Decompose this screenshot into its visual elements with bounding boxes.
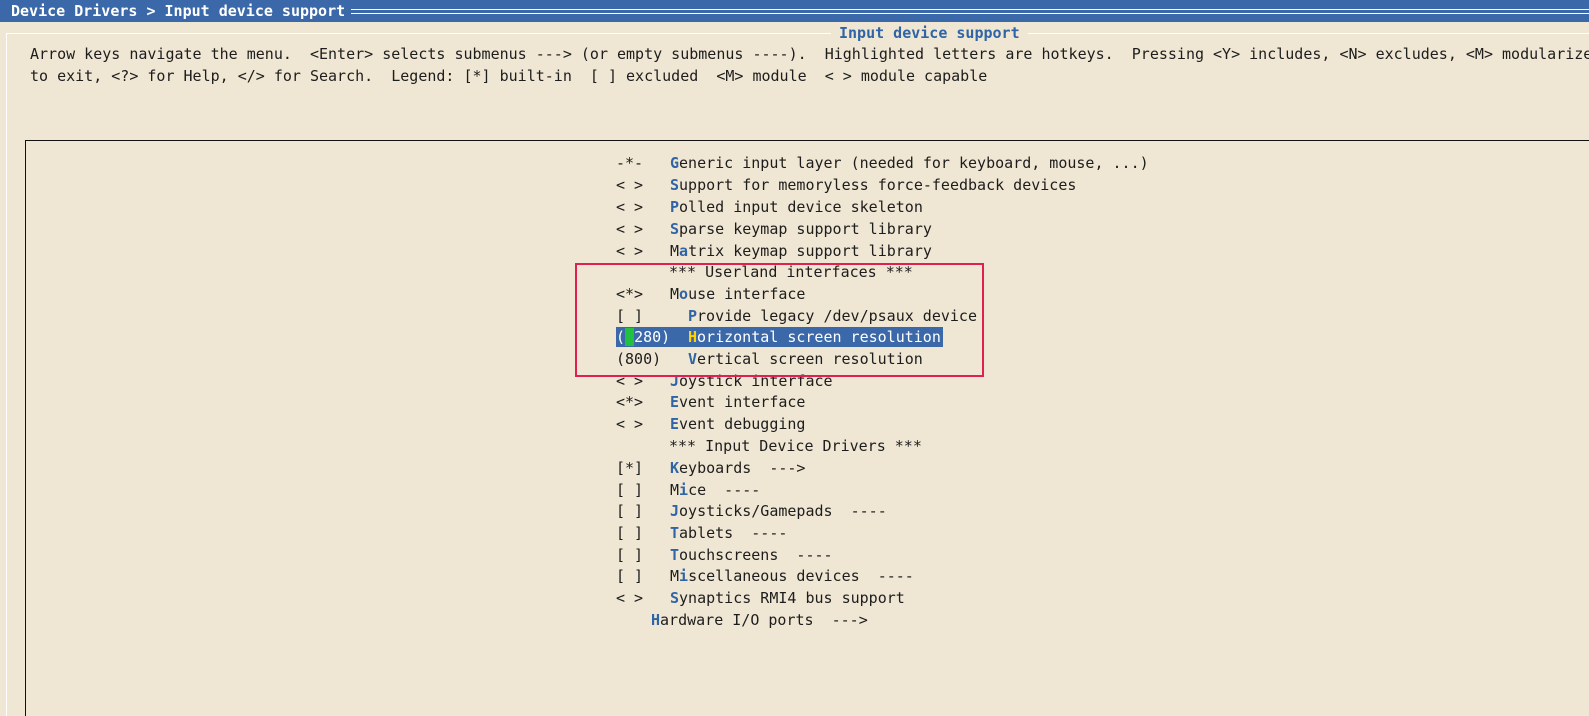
menu-item-joysticks-gamepads[interactable]: [ ] Joysticks/Gamepads ---- [616,501,887,521]
menu-item-state: < > [616,242,644,260]
breadcrumb: Device Drivers > Input device support [5,2,352,20]
help-text-line-2: to exit, <?> for Help, </> for Search. L… [30,67,988,85]
title-bar-line [350,9,1589,14]
menu-item-event-debugging[interactable]: < > Event debugging [616,414,805,434]
menu-item-state: [ ] [616,546,644,564]
menu-item-miscellaneous-devices[interactable]: [ ] Miscellaneous devices ---- [616,566,914,586]
menu-item-label: ablets ---- [679,524,788,542]
menu-item-hotkey: H [651,611,661,629]
menu-item-sparse-keymap[interactable]: < > Sparse keymap support library [616,219,932,239]
menu-item-force-feedback[interactable]: < > Support for memoryless force-feedback… [616,175,1076,195]
menu-item-label: eyboards ---> [679,459,806,477]
help-text-line-1: Arrow keys navigate the menu. <Enter> se… [30,45,1589,63]
menu-item-label: olled input device skeleton [679,198,923,216]
menu-item-hotkey: K [670,459,680,477]
menu-item-label-prefix: M [670,567,680,585]
menu-item-hardware-io-ports[interactable]: Hardware I/O ports ---> [651,610,868,630]
menu-item-mice[interactable]: [ ] Mice ---- [616,480,760,500]
menu-item-label: eneric input layer (needed for keyboard,… [679,154,1149,172]
menu-item-hotkey: E [670,415,680,433]
title-bar: Device Drivers > Input device support [0,0,1589,22]
menu-comment-label: *** Input Device Drivers *** [669,437,922,455]
menu-item-hotkey: P [670,198,680,216]
menu-item-keyboards[interactable]: [*] Keyboards ---> [616,458,805,478]
menu-item-state: [ ] [616,502,644,520]
menu-item-polled-input[interactable]: < > Polled input device skeleton [616,197,923,217]
menu-item-label: ardware I/O ports ---> [660,611,868,629]
menu-item-hotkey: S [670,220,680,238]
menu-item-label-prefix: M [670,481,680,499]
menu-item-label: ce ---- [688,481,761,499]
menu-item-generic-input-layer[interactable]: -*- Generic input layer (needed for keybo… [616,153,1149,173]
menu-item-synaptics-rmi4[interactable]: < > Synaptics RMI4 bus support [616,588,905,608]
menu-item-event-interface[interactable]: <*> Event interface [616,392,805,412]
menu-item-hotkey: G [670,154,680,172]
menu-comment-input-device-drivers: *** Input Device Drivers *** [669,436,922,456]
annotation-highlight-box [575,263,984,377]
menu-item-label: parse keymap support library [679,220,932,238]
menu-item-label-prefix: M [670,242,680,260]
menu-item-hotkey: T [670,546,680,564]
menu-item-label: ouchscreens ---- [679,546,833,564]
menu-item-hotkey: a [679,242,689,260]
menu-item-label: oysticks/Gamepads ---- [679,502,887,520]
menu-item-hotkey: J [670,502,680,520]
menu-item-state: [ ] [616,481,644,499]
menu-item-hotkey: i [679,481,689,499]
menu-item-label: vent debugging [679,415,806,433]
menu-item-matrix-keymap[interactable]: < > Matrix keymap support library [616,241,932,261]
menu-item-touchscreens[interactable]: [ ] Touchscreens ---- [616,545,833,565]
menu-item-hotkey: T [670,524,680,542]
menu-item-hotkey: S [670,176,680,194]
menu-item-hotkey: E [670,393,680,411]
menu-item-state: < > [616,589,644,607]
menu-item-label: upport for memoryless force-feedback dev… [679,176,1077,194]
menu-item-label: trix keymap support library [688,242,932,260]
menu-item-state: [ ] [616,524,644,542]
menu-item-state: [ ] [616,567,644,585]
dialog-title: Input device support [831,23,1028,43]
menu-item-hotkey: S [670,589,680,607]
menu-item-state: < > [616,415,644,433]
menu-item-state: <*> [616,393,644,411]
menu-item-hotkey: i [679,567,689,585]
menu-item-label: ynaptics RMI4 bus support [679,589,905,607]
menu-item-state: -*- [616,154,644,172]
menu-item-tablets[interactable]: [ ] Tablets ---- [616,523,787,543]
menu-item-state: < > [616,176,644,194]
menu-item-state: [*] [616,459,644,477]
menu-item-label: scellaneous devices ---- [688,567,914,585]
menu-item-state: < > [616,198,644,216]
menu-item-state: < > [616,220,644,238]
menu-item-label: vent interface [679,393,806,411]
